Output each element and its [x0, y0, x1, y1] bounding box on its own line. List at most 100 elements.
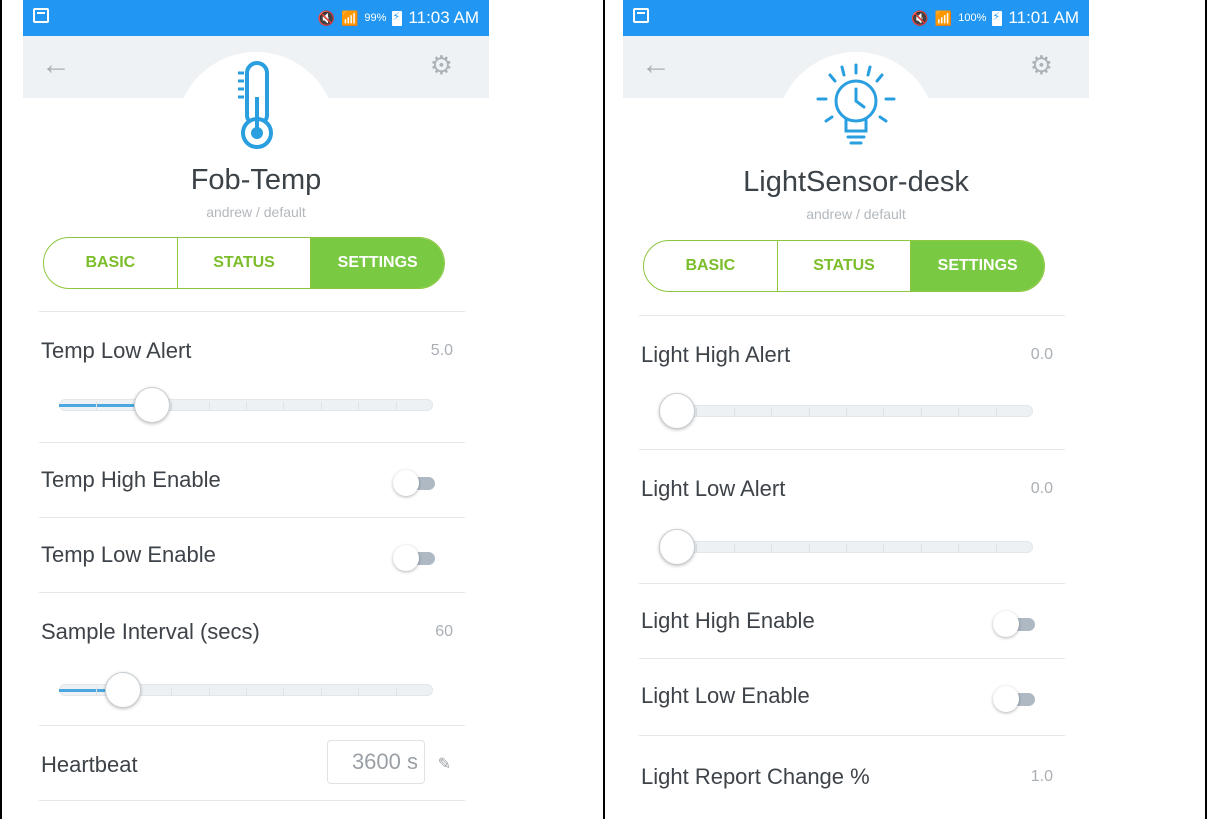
- setting-light-high-alert: Light High Alert 0.0: [639, 316, 1065, 448]
- tab-basic[interactable]: BASIC: [44, 238, 178, 288]
- gear-icon[interactable]: ⚙: [1030, 50, 1053, 80]
- setting-label: Temp High Enable: [41, 467, 221, 492]
- thermometer-icon: [238, 61, 273, 149]
- slider-thumb[interactable]: [659, 529, 695, 565]
- slider-fill: [59, 689, 105, 692]
- slider-tick: [209, 687, 210, 695]
- setting-label: Temp Low Alert: [41, 338, 192, 363]
- slider-thumb[interactable]: [134, 387, 170, 423]
- slider-tick: [246, 687, 247, 695]
- frame-border-middle: [603, 0, 605, 819]
- slider-tick: [321, 687, 322, 695]
- slider-tick: [734, 544, 735, 552]
- setting-label: Light High Alert: [641, 342, 791, 367]
- setting-heartbeat: Heartbeat 3600 s ✎: [39, 726, 465, 800]
- lightbulb-icon: [816, 63, 896, 145]
- slider-tick: [396, 402, 397, 410]
- slider-tick: [696, 408, 697, 416]
- slider-tick: [246, 402, 247, 410]
- device-name: LightSensor-desk: [743, 166, 969, 198]
- light-low-enable-toggle[interactable]: [993, 686, 1037, 712]
- setting-temp-low-enable: Temp Low Enable: [39, 518, 465, 592]
- toggle-knob: [393, 470, 419, 496]
- setting-label: Light Report Change %: [641, 764, 870, 789]
- setting-label: Light Low Alert: [641, 476, 786, 501]
- phone-screen-right: 🔇 📶 100% 11:01 AM ← ⚙: [623, 0, 1089, 819]
- phone-screen-left: 🔇 📶 99% 11:03 AM ← ⚙ Fob-Temp andrew / d…: [23, 0, 489, 819]
- back-arrow-icon[interactable]: ←: [41, 50, 71, 80]
- tab-bar: BASIC STATUS SETTINGS: [43, 237, 445, 289]
- tab-status[interactable]: STATUS: [178, 238, 312, 288]
- slider-tick: [958, 544, 959, 552]
- setting-light-report-change: Light Report Change % 1.0: [639, 736, 1065, 812]
- light-report-change-value[interactable]: 1.0: [1031, 768, 1053, 786]
- setting-sample-interval: Sample Interval (secs) 60: [39, 593, 465, 725]
- light-high-alert-slider[interactable]: [659, 393, 1033, 429]
- light-high-enable-toggle[interactable]: [993, 611, 1037, 637]
- wifi-icon: 📶: [934, 10, 953, 26]
- pencil-icon[interactable]: ✎: [438, 754, 451, 774]
- setting-light-low-enable: Light Low Enable: [639, 659, 1065, 735]
- gear-icon[interactable]: ⚙: [430, 50, 453, 80]
- frame-border-right: [1205, 0, 1207, 819]
- slider-tick: [96, 402, 97, 410]
- setting-label: Heartbeat: [41, 752, 138, 777]
- sample-interval-slider[interactable]: [59, 672, 433, 708]
- heartbeat-input[interactable]: 3600 s: [327, 740, 425, 784]
- setting-value: 5.0: [430, 342, 453, 359]
- slider-tick: [696, 544, 697, 552]
- temp-low-enable-toggle[interactable]: [393, 545, 437, 571]
- slider-thumb[interactable]: [659, 393, 695, 429]
- slider-tick: [996, 544, 997, 552]
- slider-tick: [283, 687, 284, 695]
- setting-label: Light High Enable: [641, 608, 815, 633]
- temp-high-enable-toggle[interactable]: [393, 470, 437, 496]
- device-owner: andrew / default: [806, 206, 906, 222]
- clock: 11:01 AM: [1008, 8, 1079, 27]
- tab-status[interactable]: STATUS: [778, 241, 912, 291]
- slider-tick: [883, 408, 884, 416]
- slider-tick: [809, 544, 810, 552]
- slider-tick: [283, 402, 284, 410]
- gallery-notification-icon: [633, 8, 649, 23]
- slider-tick: [996, 408, 997, 416]
- setting-light-high-enable: Light High Enable: [639, 584, 1065, 658]
- slider-tick: [809, 408, 810, 416]
- toggle-knob: [993, 686, 1019, 712]
- setting-label: Temp Low Enable: [41, 542, 216, 567]
- slider-tick: [396, 687, 397, 695]
- back-arrow-icon[interactable]: ←: [641, 50, 671, 80]
- setting-label: Light Low Enable: [641, 683, 810, 708]
- status-bar: 🔇 📶 99% 11:03 AM: [23, 0, 489, 36]
- device-owner: andrew / default: [206, 204, 306, 220]
- battery-percent: 99%: [364, 12, 387, 24]
- tab-basic[interactable]: BASIC: [644, 241, 778, 291]
- light-low-alert-slider[interactable]: [659, 529, 1033, 565]
- setting-temp-high-enable: Temp High Enable: [39, 443, 465, 517]
- slider-tick: [771, 544, 772, 552]
- toggle-knob: [993, 611, 1019, 637]
- toggle-knob: [393, 545, 419, 571]
- battery-charging-icon: [392, 10, 403, 26]
- temp-low-alert-slider[interactable]: [59, 387, 433, 423]
- slider-tick: [921, 544, 922, 552]
- tab-bar: BASIC STATUS SETTINGS: [643, 240, 1045, 292]
- slider-tick: [96, 687, 97, 695]
- mute-icon: 🔇: [317, 10, 335, 26]
- setting-value: 60: [435, 623, 453, 640]
- slider-thumb[interactable]: [105, 672, 141, 708]
- gallery-notification-icon: [33, 8, 49, 23]
- slider-tick: [358, 687, 359, 695]
- setting-temp-low-alert: Temp Low Alert 5.0: [39, 312, 465, 442]
- slider-tick: [171, 687, 172, 695]
- slider-tick: [321, 402, 322, 410]
- wifi-icon: 📶: [340, 10, 359, 26]
- tab-settings[interactable]: SETTINGS: [911, 241, 1044, 291]
- slider-tick: [846, 408, 847, 416]
- slider-tick: [921, 408, 922, 416]
- slider-tick: [883, 544, 884, 552]
- tab-settings[interactable]: SETTINGS: [311, 238, 444, 288]
- slider-tick: [358, 402, 359, 410]
- slider-tick: [958, 408, 959, 416]
- battery-percent: 100%: [958, 12, 987, 24]
